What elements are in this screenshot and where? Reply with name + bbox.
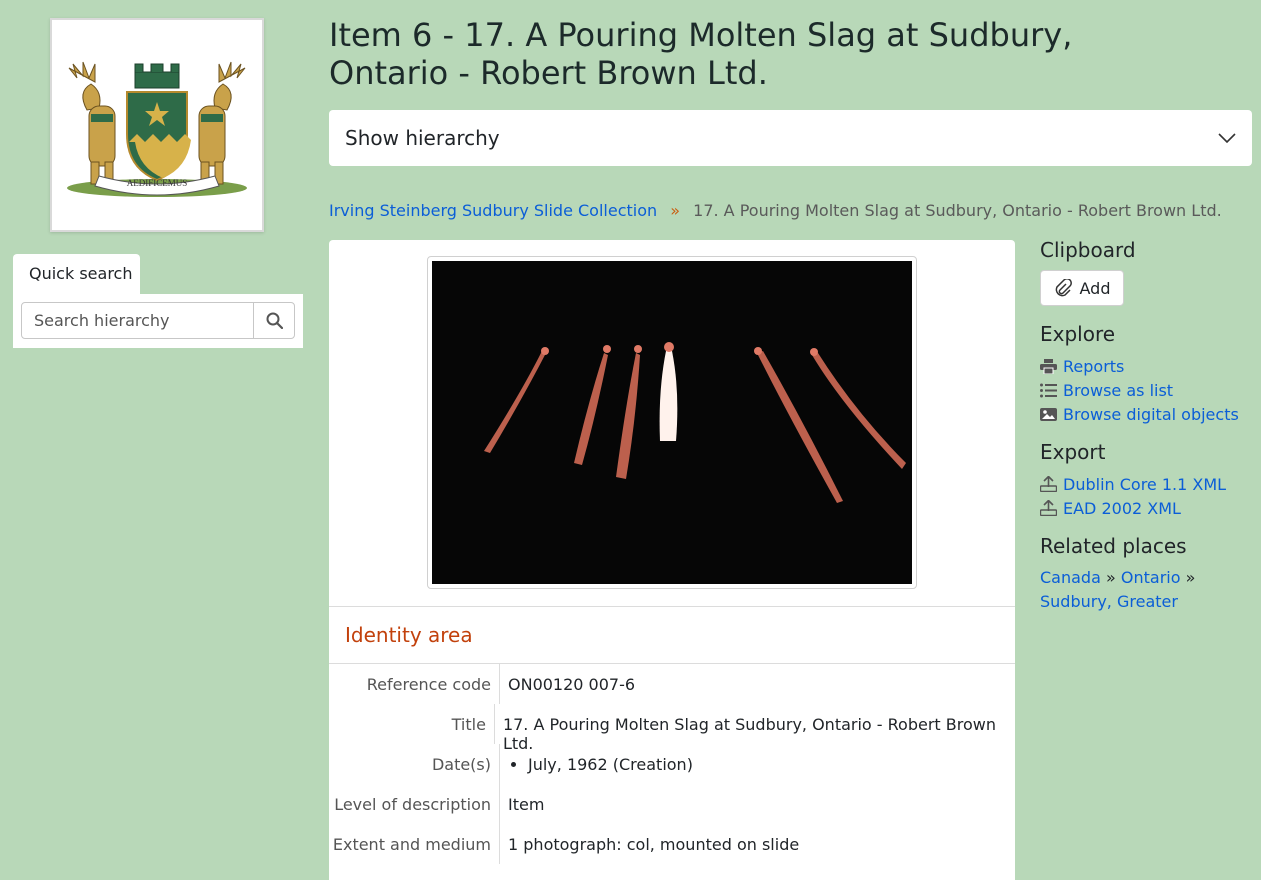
field-label: Title: [329, 704, 495, 744]
field-row: Date(s) July, 1962 (Creation): [329, 744, 1015, 784]
related-places-list: Canada » Ontario » Sudbury, Greater: [1040, 566, 1260, 614]
explore-heading: Explore: [1040, 322, 1116, 346]
show-hierarchy-label: Show hierarchy: [345, 126, 500, 150]
coat-of-arms-logo: AEDIFICEMUS: [67, 61, 247, 197]
place-link-ontario[interactable]: Ontario: [1121, 568, 1181, 587]
export-item-dc[interactable]: Dublin Core 1.1 XML: [1040, 472, 1260, 496]
field-label: Level of description: [329, 784, 500, 824]
date-list-item: July, 1962 (Creation): [528, 755, 693, 774]
search-button[interactable]: [253, 302, 295, 339]
export-item-ead[interactable]: EAD 2002 XML: [1040, 496, 1260, 520]
breadcrumb: Irving Steinberg Sudbury Slide Collectio…: [329, 201, 1222, 220]
explore-list: Reports Browse as list Browse digital ob…: [1040, 354, 1260, 426]
field-value: ON00120 007-6: [508, 675, 636, 694]
place-link-canada[interactable]: Canada: [1040, 568, 1101, 587]
show-hierarchy-toggle[interactable]: Show hierarchy: [329, 110, 1252, 166]
field-row: Level of description Item: [329, 784, 1015, 824]
search-hierarchy-input[interactable]: [21, 302, 254, 339]
description-card: Identity area Reference code ON00120 007…: [329, 240, 1015, 880]
field-value: 1 photograph: col, mounted on slide: [508, 835, 800, 854]
place-link-sudbury[interactable]: Sudbury, Greater: [1040, 592, 1178, 611]
place-separator: »: [1105, 568, 1116, 587]
field-row: Extent and medium 1 photograph: col, mou…: [329, 824, 1015, 864]
search-icon: [266, 312, 283, 329]
clipboard-heading: Clipboard: [1040, 238, 1136, 262]
molten-slag-photo[interactable]: [432, 261, 912, 584]
identity-fields: Reference code ON00120 007-6 Title 17. A…: [329, 664, 1015, 864]
site-logo[interactable]: AEDIFICEMUS: [50, 18, 264, 232]
breadcrumb-separator: »: [670, 201, 681, 220]
field-value: 17. A Pouring Molten Slag at Sudbury, On…: [502, 715, 996, 753]
field-row: Reference code ON00120 007-6: [329, 664, 1015, 704]
add-label: Add: [1079, 278, 1111, 298]
export-heading: Export: [1040, 440, 1106, 464]
field-row: Title 17. A Pouring Molten Slag at Sudbu…: [329, 704, 1015, 753]
printer-icon: [1040, 358, 1057, 374]
breadcrumb-current: 17. A Pouring Molten Slag at Sudbury, On…: [693, 201, 1222, 220]
explore-item-browse-list[interactable]: Browse as list: [1040, 378, 1260, 402]
clipboard-add-button[interactable]: Add: [1040, 270, 1124, 306]
related-places-heading: Related places: [1040, 534, 1187, 558]
field-label: Reference code: [329, 664, 500, 704]
upload-icon: [1040, 476, 1057, 492]
list-icon: [1040, 383, 1057, 397]
identity-area-heading[interactable]: Identity area: [329, 606, 1015, 664]
export-list: Dublin Core 1.1 XML EAD 2002 XML: [1040, 472, 1260, 520]
breadcrumb-parent-link[interactable]: Irving Steinberg Sudbury Slide Collectio…: [329, 201, 657, 220]
quick-search-tab-label: Quick search: [29, 264, 133, 283]
field-value: Item: [508, 795, 545, 814]
upload-icon: [1040, 500, 1057, 516]
explore-item-reports[interactable]: Reports: [1040, 354, 1260, 378]
explore-item-browse-digital[interactable]: Browse digital objects: [1040, 402, 1260, 426]
ead-link[interactable]: EAD 2002 XML: [1063, 499, 1181, 518]
browse-as-list-link[interactable]: Browse as list: [1063, 381, 1173, 400]
browse-digital-objects-link[interactable]: Browse digital objects: [1063, 405, 1239, 424]
page-title: Item 6 - 17. A Pouring Molten Slag at Su…: [329, 16, 1073, 92]
chevron-down-icon: [1218, 133, 1236, 143]
digital-object-frame[interactable]: [427, 256, 917, 589]
context-menu: Clipboard Add Explore Reports Browse as …: [1040, 238, 1260, 614]
quick-search-panel: [13, 294, 303, 348]
field-label: Extent and medium: [329, 824, 500, 864]
place-separator: »: [1185, 568, 1196, 587]
dublin-core-link[interactable]: Dublin Core 1.1 XML: [1063, 475, 1226, 494]
reports-link[interactable]: Reports: [1063, 357, 1124, 376]
paperclip-icon: [1055, 279, 1072, 297]
svg-text:AEDIFICEMUS: AEDIFICEMUS: [127, 178, 188, 188]
image-icon: [1040, 407, 1057, 421]
quick-search-tab[interactable]: Quick search: [13, 254, 140, 295]
field-value: July, 1962 (Creation): [500, 744, 693, 784]
field-label: Date(s): [329, 744, 500, 784]
